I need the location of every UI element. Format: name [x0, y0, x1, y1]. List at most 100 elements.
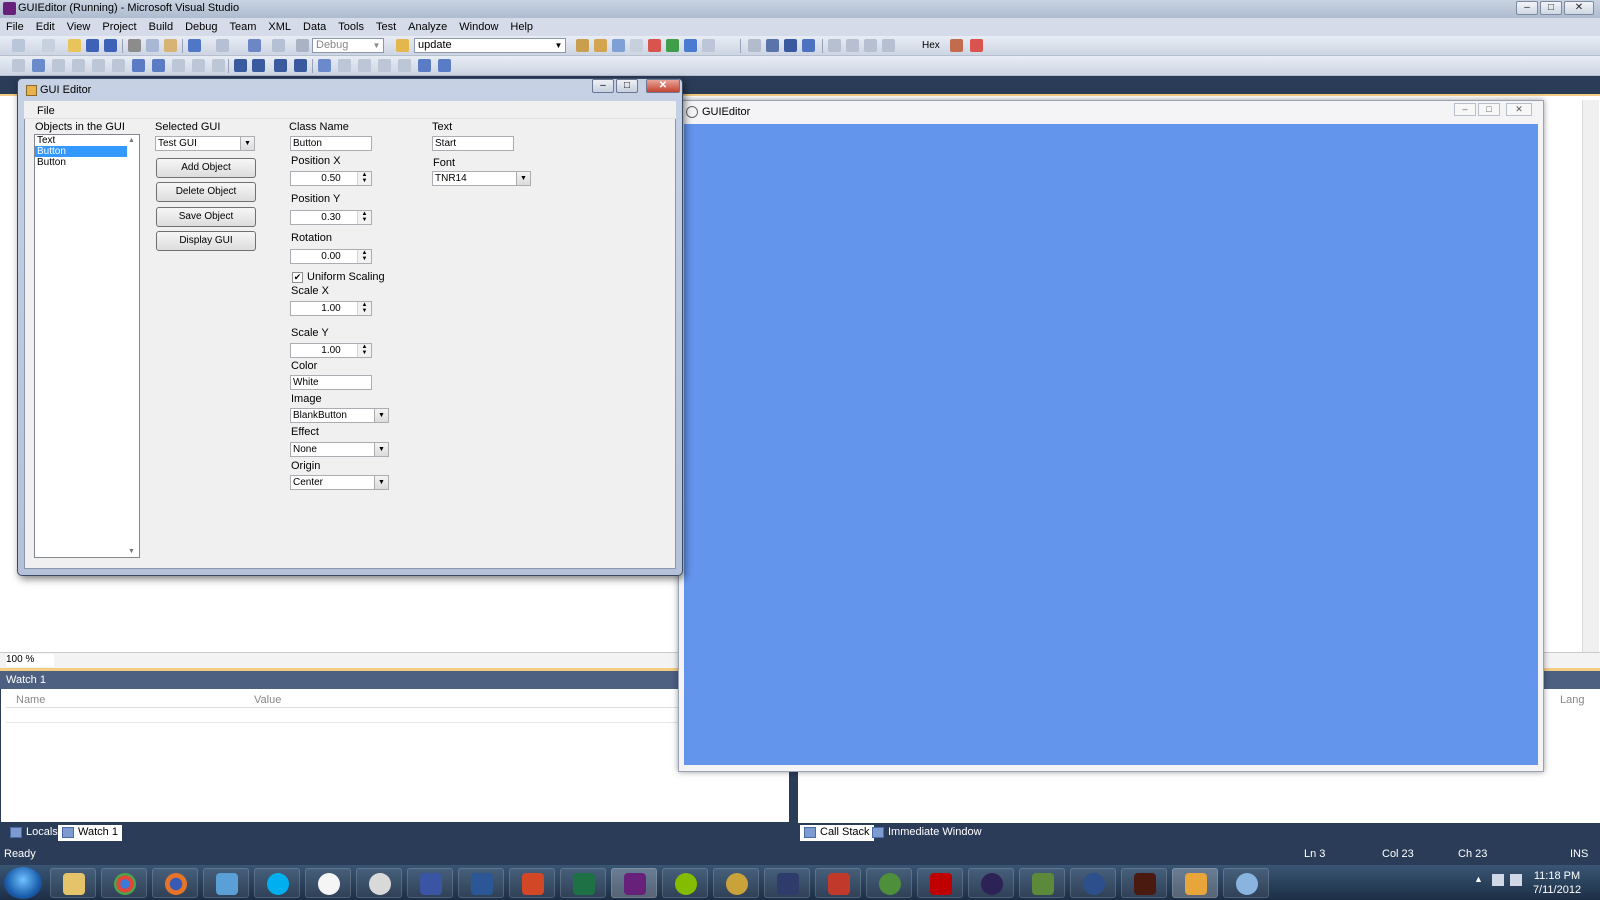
menu-help[interactable]: Help: [504, 21, 539, 33]
menu-team[interactable]: Team: [224, 21, 263, 33]
solution-explorer-icon[interactable]: [576, 39, 589, 52]
tools-icon[interactable]: [648, 39, 661, 52]
document-vertical-scrollbar[interactable]: [1582, 100, 1599, 652]
properties-icon[interactable]: [594, 39, 607, 52]
menu-analyze[interactable]: Analyze: [402, 21, 453, 33]
menu-edit[interactable]: Edit: [30, 21, 61, 33]
tray-expand-icon[interactable]: ▲: [1474, 874, 1483, 884]
add-object-button[interactable]: Add Object: [156, 158, 256, 178]
taskbar-visual-studio[interactable]: [611, 868, 657, 898]
navigate-forward-icon[interactable]: [272, 39, 285, 52]
editor-maximize-button[interactable]: □: [616, 79, 638, 93]
effect-dropdown[interactable]: None ▼: [290, 442, 389, 457]
volume-icon[interactable]: [1510, 874, 1522, 886]
next-bookmark-icon[interactable]: [358, 59, 371, 72]
rotation-stepper[interactable]: 0.00 ▲ ▼: [290, 249, 372, 264]
config-combo[interactable]: Debug ▼: [312, 38, 384, 53]
render-minimize-button[interactable]: –: [1454, 103, 1476, 116]
add-item-icon[interactable]: [42, 39, 55, 52]
taskbar-folder-app[interactable]: [1172, 868, 1218, 898]
menu-build[interactable]: Build: [143, 21, 179, 33]
uniform-scaling-checkbox[interactable]: ✔: [292, 272, 303, 283]
step-over-icon[interactable]: [864, 39, 877, 52]
save-all-icon[interactable]: [104, 39, 117, 52]
position-y-stepper[interactable]: 0.30 ▲ ▼: [290, 210, 372, 225]
spin-arrows-icon[interactable]: ▲ ▼: [357, 250, 371, 263]
menu-window[interactable]: Window: [453, 21, 504, 33]
editor-menu-file[interactable]: File: [37, 105, 55, 117]
maximize-button[interactable]: □: [1540, 1, 1562, 15]
grid-icon[interactable]: [212, 59, 225, 72]
taskbar-secret-world[interactable]: [1070, 868, 1116, 898]
list-item-selected[interactable]: Button: [35, 146, 127, 157]
image-dropdown[interactable]: BlankButton ▼: [290, 408, 389, 423]
render-close-button[interactable]: ✕: [1506, 103, 1532, 116]
font-icon[interactable]: [192, 59, 205, 72]
list-item[interactable]: Text: [35, 135, 139, 146]
scale-x-stepper[interactable]: 1.00 ▲ ▼: [290, 301, 372, 316]
taskbar-game[interactable]: [815, 868, 861, 898]
objects-listbox[interactable]: Text Button Button ▲ ▼: [34, 134, 140, 558]
scroll-up-icon[interactable]: ▲: [128, 137, 138, 144]
class-name-field[interactable]: Button: [290, 136, 372, 151]
color-field[interactable]: White: [290, 375, 372, 390]
taskbar-warcraft[interactable]: [713, 868, 759, 898]
watch-col-value[interactable]: Value: [254, 694, 281, 706]
clear-bookmarks-icon[interactable]: [418, 59, 431, 72]
spin-arrows-icon[interactable]: ▲ ▼: [357, 344, 371, 357]
quick-find-icon[interactable]: [438, 59, 451, 72]
window-layout-icon[interactable]: [702, 39, 715, 52]
menu-data[interactable]: Data: [297, 21, 332, 33]
breakpoints-icon[interactable]: [950, 39, 963, 52]
render-maximize-button[interactable]: □: [1478, 103, 1500, 116]
spin-arrows-icon[interactable]: ▲ ▼: [357, 211, 371, 224]
taskbar-filezilla[interactable]: [917, 868, 963, 898]
redo-icon[interactable]: [216, 39, 229, 52]
menu-tools[interactable]: Tools: [332, 21, 370, 33]
taskbar-g-app[interactable]: [866, 868, 912, 898]
callstack-col-lang[interactable]: Lang: [1560, 694, 1584, 706]
close-button[interactable]: ✕: [1564, 1, 1594, 15]
toolbox-icon[interactable]: [630, 39, 643, 52]
restart-icon[interactable]: [802, 39, 815, 52]
tab-watch-1[interactable]: Watch 1: [58, 825, 122, 841]
step-into-icon[interactable]: [846, 39, 859, 52]
origin-dropdown[interactable]: Center ▼: [290, 475, 389, 490]
delete-object-button[interactable]: Delete Object: [156, 182, 256, 202]
spin-arrows-icon[interactable]: ▲ ▼: [357, 302, 371, 315]
find-combo[interactable]: update ▼: [414, 38, 566, 53]
tab-call-stack[interactable]: Call Stack: [800, 825, 874, 841]
taskbar-word[interactable]: [458, 868, 504, 898]
tab-order-icon[interactable]: [132, 59, 145, 72]
indent-icon[interactable]: [234, 59, 247, 72]
copy-icon[interactable]: [146, 39, 159, 52]
taskbar-explorer[interactable]: [50, 868, 96, 898]
spacing-icon[interactable]: [72, 59, 85, 72]
lock-controls-icon[interactable]: [152, 59, 165, 72]
continue-icon[interactable]: [748, 39, 761, 52]
taskbar-talk[interactable]: [305, 868, 351, 898]
zoom-level[interactable]: 100 %: [6, 654, 54, 667]
extension-icon[interactable]: [666, 39, 679, 52]
clock-time[interactable]: 11:18 PM: [1522, 870, 1592, 882]
menu-file[interactable]: File: [0, 21, 30, 33]
undo-icon[interactable]: [188, 39, 201, 52]
watch-empty-row[interactable]: [6, 709, 786, 723]
break-all-icon[interactable]: [766, 39, 779, 52]
scroll-down-icon[interactable]: ▼: [128, 548, 138, 555]
step-out-icon[interactable]: [882, 39, 895, 52]
taskbar-excel[interactable]: [560, 868, 606, 898]
taskbar-visio[interactable]: [407, 868, 453, 898]
editor-close-button[interactable]: ✕: [646, 79, 680, 93]
display-gui-button[interactable]: Display GUI: [156, 231, 256, 251]
save-icon[interactable]: [86, 39, 99, 52]
cut-icon[interactable]: [128, 39, 141, 52]
position-x-stepper[interactable]: 0.50 ▲ ▼: [290, 171, 372, 186]
object-browser-icon[interactable]: [612, 39, 625, 52]
outdent-icon[interactable]: [252, 59, 265, 72]
bookmark-icon[interactable]: [318, 59, 331, 72]
menu-view[interactable]: View: [61, 21, 97, 33]
find-in-files-icon[interactable]: [396, 39, 409, 52]
navigate-back-icon[interactable]: [248, 39, 261, 52]
taskbar-spotify[interactable]: [662, 868, 708, 898]
